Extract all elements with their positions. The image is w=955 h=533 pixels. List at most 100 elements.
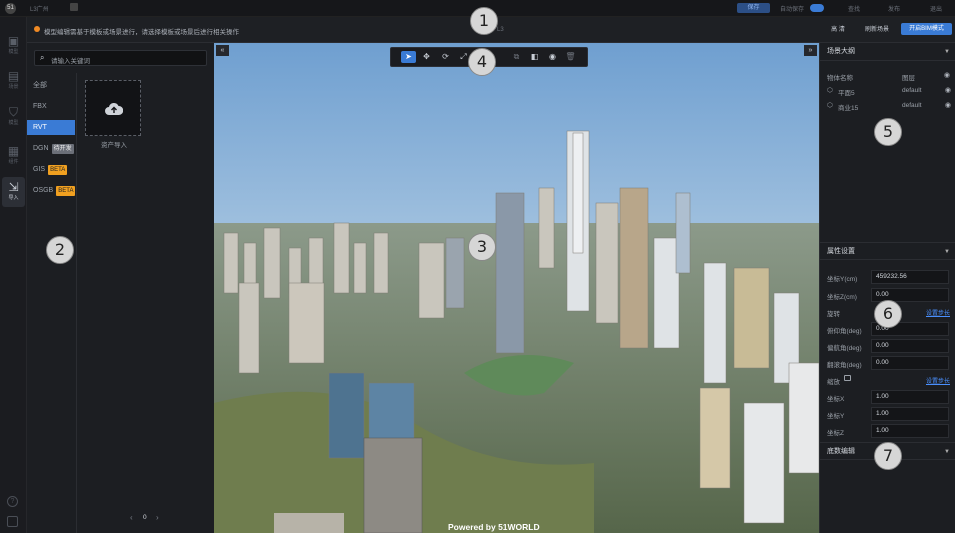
prop-label: 坐标Z(cm) bbox=[827, 294, 857, 301]
beta-badge: BETA bbox=[48, 165, 68, 175]
outline-item[interactable]: ⬡ 商业15 default ◉ bbox=[820, 100, 955, 114]
search-icon: ⌕ bbox=[40, 53, 45, 62]
layers-icon: ▤ bbox=[7, 69, 20, 83]
annotation-marker-4: 4 bbox=[468, 48, 496, 76]
category-all[interactable]: 全部 bbox=[27, 78, 76, 93]
bim-mode-button[interactable]: 开启BIM模式 bbox=[901, 23, 952, 35]
rotate-tool-icon[interactable]: ⟳ bbox=[438, 51, 453, 63]
scene-name: L3 bbox=[497, 27, 504, 33]
notice-text: 模型编辑需基于模板或场景进行，请选择模板或场景后进行相关操作 bbox=[44, 29, 239, 36]
publish-button[interactable]: 发布 bbox=[888, 4, 900, 13]
save-button[interactable]: 保存 bbox=[737, 3, 770, 13]
app-logo[interactable]: 51 bbox=[5, 3, 16, 14]
beta-badge: BETA bbox=[56, 186, 76, 196]
outline-item-name: 商业15 bbox=[838, 105, 859, 112]
chevron-down-icon: ▼ bbox=[944, 449, 950, 455]
page-number: 0 bbox=[143, 514, 147, 521]
category-gis[interactable]: GIS BETA bbox=[27, 162, 76, 177]
annotation-marker-3: 3 bbox=[468, 233, 496, 261]
properties-header[interactable]: 属性设置 ▼ bbox=[820, 242, 955, 260]
duplicate-tool-icon[interactable]: ⧉ bbox=[509, 51, 524, 63]
move-tool-icon[interactable]: ✥ bbox=[419, 51, 434, 63]
help-icon[interactable]: ? bbox=[7, 496, 18, 507]
prev-page-icon[interactable]: ‹ bbox=[130, 513, 133, 522]
scale-step-link[interactable]: 设置步长 bbox=[926, 376, 950, 385]
eye-icon[interactable]: ◉ bbox=[945, 101, 951, 109]
collapse-left-icon[interactable]: « bbox=[216, 45, 229, 56]
prop-label: 偏航角(deg) bbox=[827, 345, 862, 352]
edit-icon[interactable] bbox=[70, 3, 78, 11]
panel-tool-icon[interactable]: ◧ bbox=[527, 51, 542, 63]
nav-item-model-2[interactable]: ⛉ 模型 bbox=[2, 102, 25, 132]
asset-search[interactable]: ⌕ 请输入关键词 bbox=[34, 50, 207, 66]
annotation-marker-5: 5 bbox=[874, 118, 902, 146]
next-page-icon[interactable]: › bbox=[156, 513, 159, 522]
warning-icon bbox=[34, 26, 40, 32]
nav-item-import[interactable]: ⇲ 导入 bbox=[2, 177, 25, 207]
outline-item-name: 平面5 bbox=[838, 90, 855, 97]
viewport-watermark: Powered by 51WORLD bbox=[448, 522, 540, 532]
nav-item-scene[interactable]: ▤ 场景 bbox=[2, 66, 25, 96]
outline-column-name: 物体名称 bbox=[827, 75, 853, 82]
roll-input[interactable]: 0.00 bbox=[871, 356, 949, 370]
search-button[interactable]: 查找 bbox=[848, 4, 860, 13]
collapse-icon[interactable] bbox=[7, 516, 18, 527]
category-fbx[interactable]: FBX bbox=[27, 99, 76, 114]
visibility-tool-icon[interactable]: ◉ bbox=[545, 51, 560, 63]
auto-save-toggle[interactable] bbox=[810, 4, 824, 12]
left-nav: ▣ 模型 ▤ 场景 ⛉ 模型 ▦ 组件 ⇲ 导入 ? bbox=[0, 17, 27, 533]
scale-y-input[interactable]: 1.00 bbox=[871, 407, 949, 421]
lock-icon[interactable] bbox=[844, 375, 851, 381]
exit-button[interactable]: 退出 bbox=[930, 4, 942, 13]
outline-item-layer: default bbox=[902, 87, 922, 94]
annotation-marker-6: 6 bbox=[874, 300, 902, 328]
3d-viewport[interactable]: Powered by 51WORLD « » ➤ ✥ ⟳ ⤢ ⊞ ⧉ ◧ ◉ 🗑 bbox=[214, 43, 819, 533]
cube-icon: ⬡ bbox=[827, 87, 833, 94]
asset-import-tile[interactable] bbox=[85, 80, 141, 136]
collapse-right-icon[interactable]: » bbox=[804, 45, 817, 56]
outline-item[interactable]: ⬡ 平面5 default ◉ bbox=[820, 85, 955, 99]
coord-y-input[interactable]: 459232.56 bbox=[871, 270, 949, 284]
nav-item-components[interactable]: ▦ 组件 bbox=[2, 141, 25, 171]
rotation-step-link[interactable]: 设置步长 bbox=[926, 308, 950, 317]
import-icon: ⇲ bbox=[8, 180, 19, 194]
annotation-marker-7: 7 bbox=[874, 442, 902, 470]
prop-label: 坐标X bbox=[827, 396, 845, 403]
asset-import-label: 资产导入 bbox=[101, 142, 127, 149]
quality-button[interactable]: 高 清 bbox=[824, 24, 852, 36]
annotation-marker-1: 1 bbox=[470, 7, 498, 35]
category-rvt[interactable]: RVT bbox=[27, 120, 75, 135]
status-badge: 待开发 bbox=[51, 144, 74, 154]
outline-item-layer: default bbox=[902, 102, 922, 109]
category-osgb[interactable]: OSGB BETA bbox=[27, 183, 76, 198]
annotation-marker-2: 2 bbox=[46, 236, 74, 264]
outline-column-layer: 图层 bbox=[902, 75, 915, 82]
asset-panel: ⌕ 请输入关键词 全部 FBX RVT DGN 待开发 GIS BETA OSGB B… bbox=[27, 43, 214, 533]
eye-icon[interactable]: ◉ bbox=[944, 71, 950, 79]
category-dgn[interactable]: DGN 待开发 bbox=[27, 141, 76, 156]
prop-label: 缩放 bbox=[827, 379, 840, 386]
prop-label: 坐标Y(cm) bbox=[827, 276, 858, 283]
chevron-down-icon: ▼ bbox=[944, 249, 950, 255]
select-tool-icon[interactable]: ➤ bbox=[401, 51, 416, 63]
cube-icon: ⬡ bbox=[827, 102, 833, 109]
project-title: L3广州 bbox=[30, 7, 49, 13]
chevron-down-icon: ▼ bbox=[944, 49, 950, 55]
eye-icon[interactable]: ◉ bbox=[945, 86, 951, 94]
scale-z-input[interactable]: 1.00 bbox=[871, 424, 949, 438]
city-scene bbox=[214, 43, 819, 533]
cube-icon: ▣ bbox=[7, 34, 20, 48]
refresh-scene-button[interactable]: 刷新场景 bbox=[860, 24, 894, 36]
scene-outline-header[interactable]: 场景大纲 ▼ bbox=[820, 43, 955, 61]
delete-tool-icon[interactable]: 🗑 bbox=[563, 51, 578, 63]
yaw-input[interactable]: 0.00 bbox=[871, 339, 949, 353]
shield-icon: ⛉ bbox=[8, 105, 18, 119]
prop-label: 坐标Z bbox=[827, 430, 844, 437]
prop-label: 翻滚角(deg) bbox=[827, 362, 862, 369]
prop-label: 俯仰角(deg) bbox=[827, 328, 862, 335]
auto-save-label: 自动保存 bbox=[780, 7, 805, 13]
prop-label: 旋转 bbox=[827, 311, 840, 318]
category-list: 全部 FBX RVT DGN 待开发 GIS BETA OSGB BETA bbox=[27, 73, 77, 533]
scale-x-input[interactable]: 1.00 bbox=[871, 390, 949, 404]
nav-item-model[interactable]: ▣ 模型 bbox=[2, 31, 25, 61]
